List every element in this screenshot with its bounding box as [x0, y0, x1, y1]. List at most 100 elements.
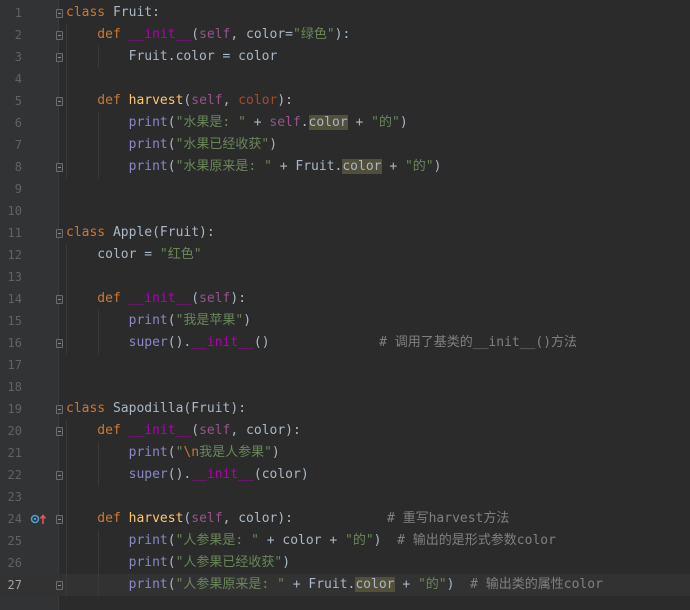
code-token: + Fruit. — [284, 577, 356, 592]
code-token: def — [66, 27, 129, 42]
code-line[interactable]: 19 class Sapodilla(Fruit): — [0, 398, 690, 420]
code-token: color — [308, 115, 348, 130]
code-token: ( — [191, 423, 200, 438]
line-number: 18 — [7, 380, 22, 394]
code-line[interactable]: 16 super().__init__() # 调用了基类的__init__()… — [0, 332, 690, 354]
code-line[interactable]: 12 color = "红色" — [0, 244, 690, 266]
code-token: ( — [191, 27, 200, 42]
code-line[interactable]: 22 super().__init__(color) — [0, 464, 690, 486]
code-line[interactable]: 26 print("人参果已经收获") — [0, 552, 690, 574]
line-number: 23 — [7, 490, 22, 504]
indent-guide — [98, 310, 99, 354]
code-line[interactable]: 14 def __init__(self): — [0, 288, 690, 310]
code-line[interactable]: 4 — [0, 68, 690, 90]
fold-marker-icon[interactable] — [56, 97, 63, 106]
code-token: (). — [167, 467, 192, 482]
fold-marker-icon[interactable] — [56, 295, 63, 304]
fold-marker-icon[interactable] — [56, 229, 63, 238]
code-line[interactable]: 24 def harvest(self, color): # 重写harvest… — [0, 508, 690, 530]
code-token: , color): — [222, 511, 387, 526]
code-text: def __init__(self, color="绿色"): — [66, 24, 350, 46]
fold-marker-icon[interactable] — [56, 427, 63, 436]
code-token: harvest — [128, 93, 184, 108]
code-token: ) — [399, 115, 408, 130]
override-method-icon[interactable] — [30, 513, 48, 525]
fold-marker-icon[interactable] — [56, 31, 63, 40]
code-token: color — [238, 93, 278, 108]
code-line[interactable]: 23 — [0, 486, 690, 508]
line-number: 5 — [14, 94, 22, 108]
code-token: def — [66, 511, 129, 526]
fold-marker-icon[interactable] — [56, 339, 63, 348]
code-token: (). — [167, 335, 192, 350]
code-token: () — [253, 335, 380, 350]
code-token: # 调用了基类的__init__()方法 — [379, 335, 578, 350]
code-token: class — [66, 225, 113, 240]
code-line[interactable]: 8 print("水果原来是: " + Fruit.color + "的") — [0, 156, 690, 178]
code-token: "水果已经收获" — [175, 137, 270, 152]
code-token: ( — [167, 445, 176, 460]
line-number: 20 — [7, 424, 22, 438]
indent-guide — [98, 112, 99, 178]
fold-marker-icon[interactable] — [56, 581, 63, 590]
code-line[interactable]: 9 — [0, 178, 690, 200]
code-line[interactable]: 5 def harvest(self, color): — [0, 90, 690, 112]
code-line[interactable]: 2 def __init__(self, color="绿色"): — [0, 24, 690, 46]
fold-marker-icon[interactable] — [56, 405, 63, 414]
line-number: 7 — [14, 138, 22, 152]
code-token: # 输出的是形式参数color — [397, 533, 556, 548]
code-editor[interactable]: 1 class Fruit: 2 def __init__(self, color=… — [0, 0, 690, 610]
indent-guide — [98, 530, 99, 596]
code-token: ( — [191, 291, 200, 306]
code-token: "绿色" — [293, 27, 335, 42]
code-token: "红色" — [159, 247, 202, 262]
fold-marker-icon[interactable] — [56, 471, 63, 480]
code-token: def — [66, 93, 129, 108]
line-number: 14 — [7, 292, 22, 306]
fold-marker-icon[interactable] — [56, 53, 63, 62]
code-token: self — [199, 27, 231, 42]
code-token: , color= — [230, 27, 294, 42]
code-token: \n — [183, 445, 200, 460]
fold-marker-icon[interactable] — [56, 163, 63, 172]
indent-guide — [66, 24, 67, 178]
code-token: print — [128, 445, 168, 460]
code-line[interactable]: 18 — [0, 376, 690, 398]
code-line[interactable]: 1 class Fruit: — [0, 2, 690, 24]
code-line[interactable]: 6 print("水果是: " + self.color + "的") — [0, 112, 690, 134]
code-line[interactable]: 21 print("\n我是人参果") — [0, 442, 690, 464]
fold-marker-icon[interactable] — [56, 9, 63, 18]
code-line[interactable]: 27 print("人参果原来是: " + Fruit.color + "的")… — [0, 574, 690, 596]
code-text: print("水果是: " + self.color + "的") — [66, 112, 408, 134]
code-token: "人参果原来是: " — [175, 577, 285, 592]
code-token: ( — [167, 159, 176, 174]
code-token: "的" — [417, 577, 447, 592]
code-token: super — [128, 335, 168, 350]
code-line[interactable]: 7 print("水果已经收获") — [0, 134, 690, 156]
code-token: ( — [167, 533, 176, 548]
code-token: + — [245, 115, 270, 130]
code-line[interactable]: 20 def __init__(self, color): — [0, 420, 690, 442]
fold-marker-icon[interactable] — [56, 515, 63, 524]
code-line[interactable]: 10 — [0, 200, 690, 222]
code-token: class — [66, 401, 113, 416]
code-line[interactable]: 13 — [0, 266, 690, 288]
code-token: "的" — [404, 159, 434, 174]
code-token: "水果原来是: " — [175, 159, 272, 174]
code-line[interactable]: 15 print("我是苹果") — [0, 310, 690, 332]
code-line[interactable]: 25 print("人参果是: " + color + "的") # 输出的是形… — [0, 530, 690, 552]
code-text: class Apple(Fruit): — [66, 222, 215, 244]
code-token: print — [128, 533, 168, 548]
line-number: 17 — [7, 358, 22, 372]
code-line[interactable]: 3 Fruit.color = color — [0, 46, 690, 68]
code-line[interactable]: 17 — [0, 354, 690, 376]
code-token: ) — [269, 137, 278, 152]
code-text: print("水果原来是: " + Fruit.color + "的") — [66, 156, 441, 178]
code-text: print("人参果是: " + color + "的") # 输出的是形式参数… — [66, 530, 556, 552]
code-text: class Fruit: — [66, 2, 160, 24]
code-line[interactable]: 11 class Apple(Fruit): — [0, 222, 690, 244]
code-token: color — [355, 577, 395, 592]
code-token: ): — [334, 27, 351, 42]
code-token: self — [191, 511, 223, 526]
code-token: "人参果已经收获" — [175, 555, 283, 570]
